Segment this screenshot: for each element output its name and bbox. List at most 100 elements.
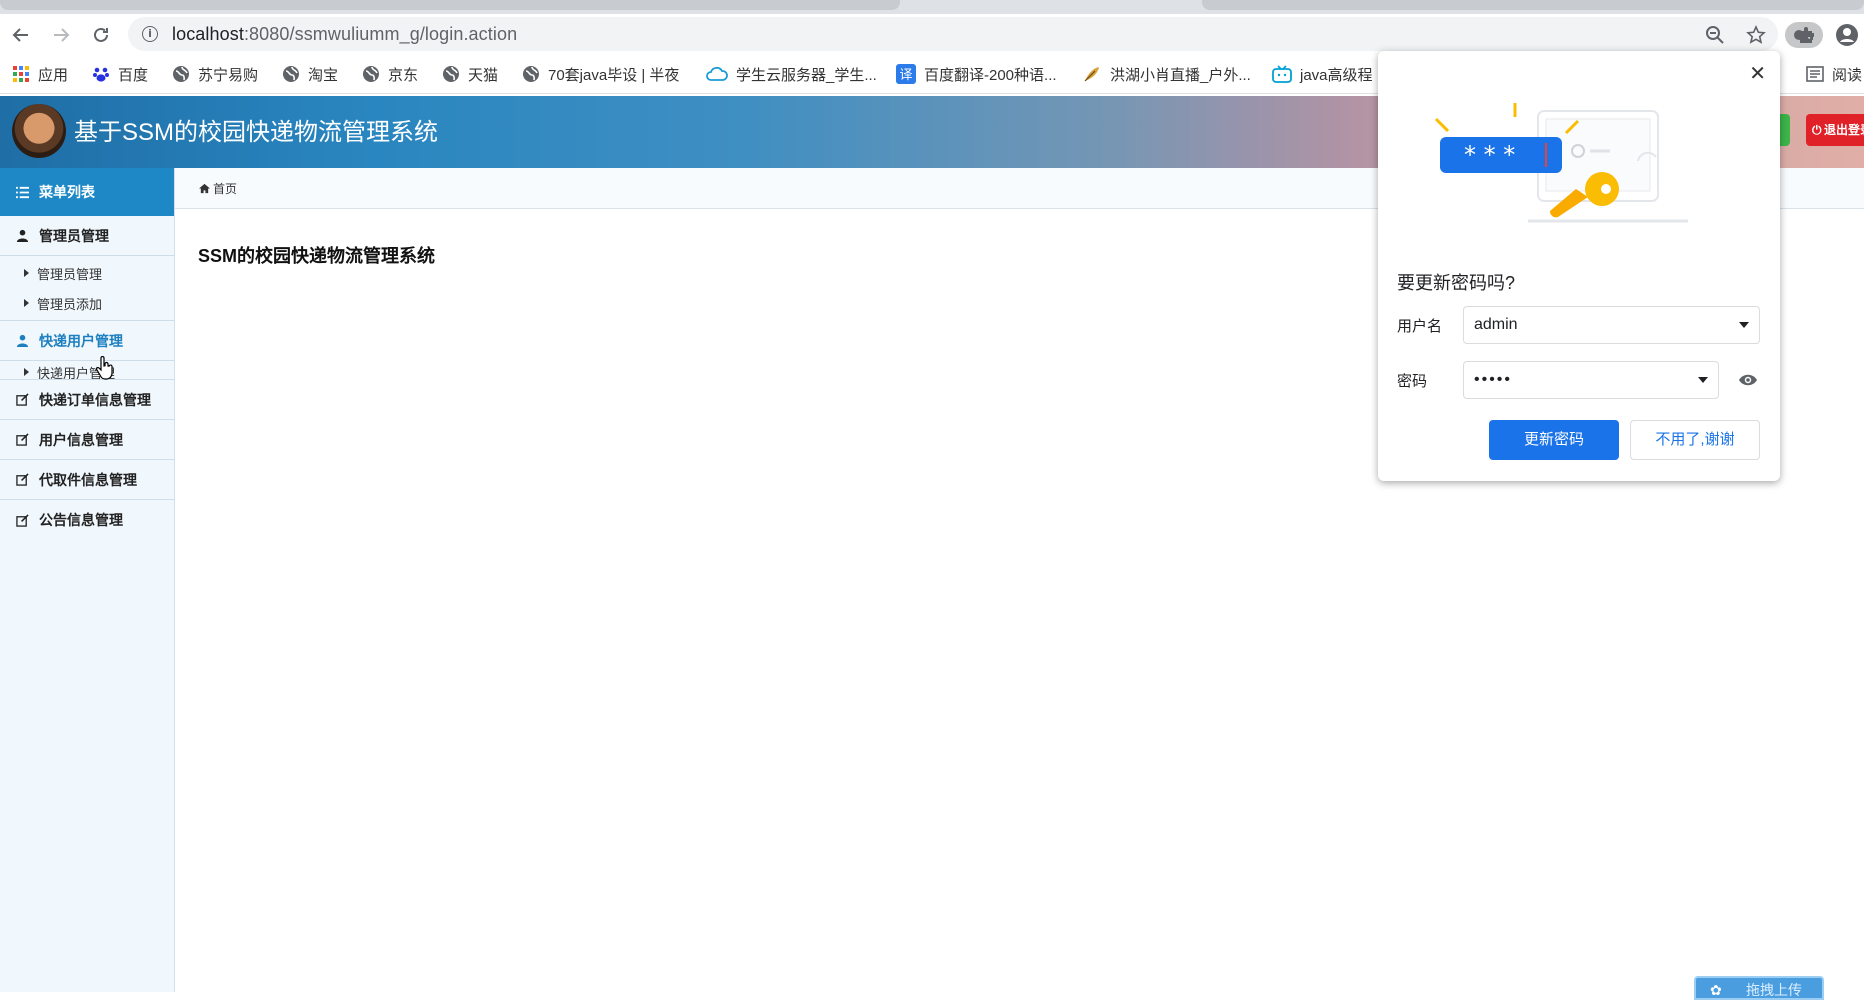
globe-icon <box>283 66 299 82</box>
bookmark-java-projects[interactable]: 70套java毕设 | 半夜 <box>522 64 679 84</box>
bookmark-label: 京东 <box>388 66 419 84</box>
bookmark-jd[interactable]: 京东 <box>362 64 418 84</box>
sidebar-item-admin-add[interactable]: 管理员添加 <box>0 288 174 318</box>
sidebar-header: 菜单列表 <box>0 168 174 216</box>
sidebar-group-courier-user[interactable]: 快递用户管理 <box>0 321 174 361</box>
bookmark-suning[interactable]: 苏宁易购 <box>172 64 258 84</box>
bookmark-star-button[interactable] <box>1741 20 1771 50</box>
profile-button[interactable] <box>1832 20 1862 50</box>
logout-button[interactable]: ⏻ 退出登录 <box>1806 114 1864 146</box>
puzzle-icon <box>1800 27 1812 43</box>
site-info-icon[interactable]: i <box>142 26 158 42</box>
svg-text:* * *: * * * <box>1464 141 1515 169</box>
sidebar-group-label: 快递订单信息管理 <box>39 391 151 408</box>
password-label: 密码 <box>1397 373 1428 390</box>
bookmark-label: 天猫 <box>468 66 499 84</box>
decline-button[interactable]: 不用了,谢谢 <box>1630 420 1760 460</box>
password-illustration-icon: * * * <box>1434 103 1688 223</box>
bookmark-baidu[interactable]: 百度 <box>92 64 148 84</box>
bookmark-tmall[interactable]: 天猫 <box>442 64 498 84</box>
url-text: localhost:8080/ssmwuliumm_g/login.action <box>172 24 517 45</box>
bookmark-label: 苏宁易购 <box>198 66 259 84</box>
globe-icon <box>173 66 189 82</box>
bookmark-taobao[interactable]: 淘宝 <box>282 64 338 84</box>
app-title: 基于SSM的校园快递物流管理系统 <box>74 119 439 146</box>
close-icon[interactable]: ✕ <box>1749 61 1766 85</box>
reload-button[interactable] <box>84 18 118 52</box>
feather-icon <box>1084 67 1099 82</box>
logout-label: 退出登录 <box>1824 123 1864 137</box>
zoom-button[interactable] <box>1700 20 1730 50</box>
username-select[interactable]: admin <box>1463 306 1760 344</box>
sidebar-item-label: 管理员管理 <box>37 266 103 282</box>
bookmark-student-cloud[interactable]: 学生云服务器_学生... <box>706 64 877 84</box>
url-host: localhost <box>172 24 244 44</box>
caret-right-icon <box>24 368 29 376</box>
zoom-out-icon <box>1706 26 1724 44</box>
browser-tab[interactable] <box>0 0 900 10</box>
arrow-right-icon <box>54 28 70 42</box>
sidebar-group-orders[interactable]: 快递订单信息管理 <box>0 380 174 420</box>
bookmark-apps[interactable]: 应用 <box>12 64 68 84</box>
sidebar-group-label: 公告信息管理 <box>39 512 123 528</box>
bilibili-icon <box>1272 65 1292 83</box>
bookmark-label: 应用 <box>38 66 69 84</box>
back-button[interactable] <box>4 18 38 52</box>
bookmark-label: java高级程 <box>1300 66 1373 84</box>
bookmark-label: 百度 <box>118 66 149 84</box>
extensions-button[interactable] <box>1791 20 1821 50</box>
browser-tab[interactable] <box>1202 0 1864 10</box>
sidebar-item-admin-manage[interactable]: 管理员管理 <box>0 258 174 288</box>
sidebar-group-pickup[interactable]: 代取件信息管理 <box>0 460 174 500</box>
address-bar[interactable]: i localhost:8080/ssmwuliumm_g/login.acti… <box>128 17 1823 51</box>
apps-grid-icon <box>13 66 29 82</box>
reading-list-button[interactable]: 阅读 <box>1806 64 1862 84</box>
hand-pointer-icon <box>96 356 113 380</box>
sidebar-group-label: 用户信息管理 <box>39 431 123 448</box>
eye-icon[interactable] <box>1738 372 1758 388</box>
sidebar-group-label: 管理员管理 <box>39 227 109 244</box>
dialog-title: 要更新密码吗? <box>1397 273 1516 293</box>
sidebar-submenu-courier-user: 快递用户管理 <box>0 361 174 380</box>
bookmark-label: 阅读 <box>1832 66 1863 84</box>
globe-icon <box>523 66 539 82</box>
sidebar-group-label: 快递用户管理 <box>39 332 123 349</box>
page-title: SSM的校园快递物流管理系统 <box>198 246 436 266</box>
sidebar-item-courier-user-manage[interactable]: 快递用户管理 <box>0 361 174 379</box>
bookmark-label: 70套java毕设 | 半夜 <box>548 66 680 84</box>
translate-icon: 译 <box>896 64 916 84</box>
reload-icon <box>94 27 108 42</box>
update-password-button[interactable]: 更新密码 <box>1489 420 1619 460</box>
password-select[interactable]: ••••• <box>1463 361 1719 399</box>
person-icon <box>1836 24 1858 46</box>
browser-toolbar: i localhost:8080/ssmwuliumm_g/login.acti… <box>0 14 1864 54</box>
sidebar-group-label: 代取件信息管理 <box>39 471 137 488</box>
globe-icon <box>363 66 379 82</box>
tab-strip <box>0 0 1864 14</box>
sidebar: 菜单列表 管理员管理 管理员管理 管理员添加 快递用户管理 快递用户管理 快递订… <box>0 168 175 992</box>
edit-icon <box>16 393 29 406</box>
edit-icon <box>16 513 29 527</box>
update-password-dialog: ✕ * * * 要更新密码吗? 用户名 admin 密码 ••••• 更新密码 … <box>1378 51 1780 481</box>
bookmark-java-advanced[interactable]: java高级程 <box>1272 64 1373 84</box>
forward-button[interactable] <box>44 18 78 52</box>
chevron-down-icon <box>1698 377 1708 383</box>
globe-icon <box>443 66 459 82</box>
sidebar-item-label: 管理员添加 <box>37 296 103 312</box>
breadcrumb-home-label: 首页 <box>213 182 238 196</box>
caret-right-icon <box>24 269 29 277</box>
sidebar-group-notice[interactable]: 公告信息管理 <box>0 500 174 540</box>
user-icon <box>16 334 29 347</box>
svg-text:译: 译 <box>899 68 912 83</box>
bookmark-baidu-translate[interactable]: 译 百度翻译-200种语... <box>896 64 1057 84</box>
breadcrumb[interactable]: 首页 <box>199 180 237 197</box>
sidebar-group-user-info[interactable]: 用户信息管理 <box>0 420 174 460</box>
list-icon <box>16 186 29 198</box>
baidu-paw-icon <box>93 67 109 82</box>
bookmark-label: 百度翻译-200种语... <box>924 66 1057 84</box>
sidebar-group-admin[interactable]: 管理员管理 <box>0 216 174 256</box>
drag-upload-button[interactable]: ✿ 拖拽上传 <box>1694 976 1824 1000</box>
edit-icon <box>16 433 29 446</box>
bookmark-honghu-live[interactable]: 洪湖小肖直播_户外... <box>1082 64 1251 84</box>
sidebar-header-label: 菜单列表 <box>39 184 95 200</box>
